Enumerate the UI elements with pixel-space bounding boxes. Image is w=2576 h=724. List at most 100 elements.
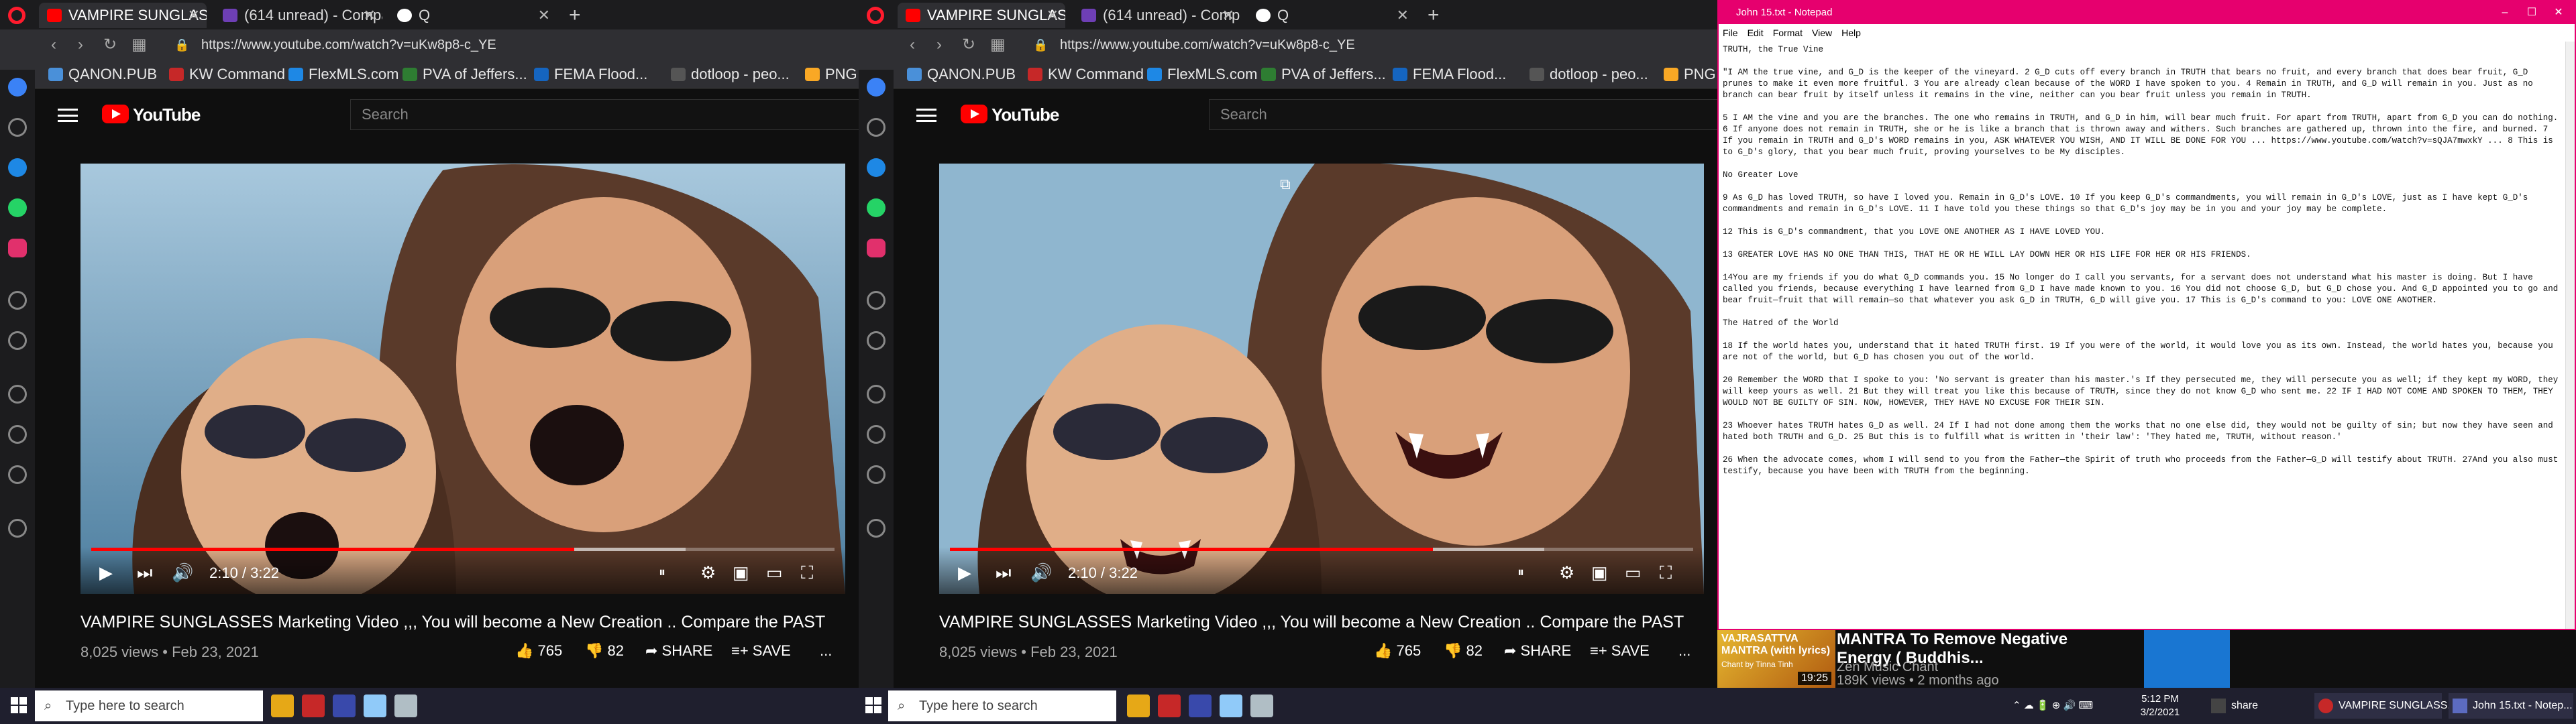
play-icon[interactable]: ▶ — [99, 559, 113, 586]
dislike-button[interactable]: 👎 82 — [1444, 642, 1483, 660]
bookmark-fema[interactable]: FEMA Flood... — [1393, 60, 1506, 88]
miniplayer-icon[interactable]: ▣ — [733, 559, 749, 586]
bookmark-pva[interactable]: PVA of Jeffers... — [1261, 60, 1386, 88]
settings-gear-icon[interactable]: ⚙ — [700, 559, 716, 586]
bookmark-png[interactable]: PNG — [805, 60, 857, 88]
taskbar-opera-window[interactable]: VAMPIRE SUNGLASS... — [2314, 693, 2457, 719]
close-tab-icon[interactable]: ✕ — [364, 3, 376, 28]
settings-icon[interactable] — [867, 465, 885, 484]
youtube-logo-icon[interactable] — [961, 105, 987, 123]
new-tab-icon[interactable]: + — [1428, 3, 1440, 28]
app-icon[interactable] — [364, 695, 386, 717]
app-icon[interactable] — [1220, 695, 1242, 717]
tab-q[interactable]: Q ✕ — [1248, 3, 1415, 28]
dislike-button[interactable]: 👎 82 — [585, 642, 624, 660]
notepad-text-area[interactable]: TRUTH, the True Vine "I AM the true vine… — [1719, 42, 2565, 629]
volume-icon[interactable]: 🔊 — [172, 559, 193, 586]
youtube-logo-icon[interactable] — [102, 105, 129, 123]
windows-start-icon[interactable] — [11, 697, 27, 713]
bookmark-pva[interactable]: PVA of Jeffers... — [402, 60, 527, 88]
app-icon[interactable] — [1189, 695, 1212, 717]
youtube-logo-text[interactable]: YouTube — [133, 105, 201, 125]
url-field[interactable]: https://www.youtube.com/watch?v=uKw8p8-c… — [1060, 35, 1355, 55]
more-button[interactable]: ... — [1678, 642, 1690, 660]
taskbar-search-input[interactable]: ⌕ Type here to search — [888, 690, 1116, 721]
bookmark-kw-command[interactable]: KW Command — [169, 60, 285, 88]
taskbar-search-input[interactable]: ⌕ Type here to search — [35, 690, 263, 721]
bookmark-kw-command[interactable]: KW Command — [1028, 60, 1144, 88]
tab-youtube[interactable]: VAMPIRE SUNGLASSES ✕ — [898, 3, 1065, 28]
overlay-icon[interactable]: ⧉ — [1280, 176, 1291, 193]
windows-start-icon[interactable] — [865, 697, 881, 713]
next-icon[interactable]: ⏭ — [996, 559, 1011, 586]
close-tab-icon[interactable]: ✕ — [1046, 3, 1059, 28]
history-icon[interactable] — [8, 425, 27, 444]
pin-icon[interactable] — [8, 519, 27, 538]
send-icon[interactable] — [867, 331, 885, 350]
tab-mail[interactable]: (614 unread) - Comp ✕ — [1073, 3, 1241, 28]
forward-icon[interactable]: › — [936, 35, 942, 55]
home-icon[interactable] — [867, 78, 885, 97]
star-icon[interactable] — [867, 118, 885, 137]
close-tab-icon[interactable]: ✕ — [1397, 3, 1409, 28]
menu-icon[interactable] — [916, 109, 936, 122]
bookmark-dotloop[interactable]: dotloop - peo... — [671, 60, 790, 88]
app-icon[interactable] — [1250, 695, 1273, 717]
new-tab-icon[interactable]: + — [569, 3, 581, 28]
star-icon[interactable] — [8, 118, 27, 137]
close-icon[interactable]: ✕ — [2545, 1, 2572, 24]
volume-icon[interactable]: 🔊 — [1030, 559, 1052, 586]
taskbar-notepad-window[interactable]: John 15.txt - Notep... — [2449, 693, 2573, 719]
heart-icon[interactable] — [867, 385, 885, 404]
system-tray-icons[interactable]: ⌃ ☁ 🔋 ⊕ 🔊 ⌨ — [1986, 688, 2120, 724]
app-icon[interactable] — [394, 695, 417, 717]
tab-grid-icon[interactable]: ▦ — [990, 35, 1006, 55]
opera-logo-icon[interactable] — [867, 7, 884, 24]
pin-icon[interactable] — [867, 519, 885, 538]
progress-bar[interactable] — [91, 548, 835, 551]
video-player[interactable]: ▶ ⏭ 🔊 2:10 / 3:22 ⏸ ⚙ ▣ ▭ ⛶ — [80, 164, 845, 594]
tab-youtube[interactable]: VAMPIRE SUNGLASSES ✕ — [39, 3, 207, 28]
opera-logo-icon[interactable] — [8, 7, 25, 24]
share-button[interactable]: ➦ SHARE — [645, 642, 712, 660]
menu-format[interactable]: Format — [1773, 27, 1803, 38]
taskbar-share[interactable]: share — [2207, 693, 2301, 719]
menu-view[interactable]: View — [1812, 27, 1832, 38]
autoplay-toggle[interactable]: ⏸ — [1517, 559, 1524, 586]
like-button[interactable]: 👍 765 — [515, 642, 562, 660]
tab-q[interactable]: Q ✕ — [389, 3, 557, 28]
tab-mail[interactable]: (614 unread) - Compa ✕ — [215, 3, 382, 28]
messenger-icon[interactable] — [867, 158, 885, 177]
next-icon[interactable]: ⏭ — [137, 559, 152, 586]
back-icon[interactable]: ‹ — [910, 35, 915, 55]
bookmark-flexmls[interactable]: FlexMLS.com — [1147, 60, 1257, 88]
bookmark-png[interactable]: PNG — [1664, 60, 1716, 88]
opera-app-icon[interactable] — [302, 695, 325, 717]
messenger-icon[interactable] — [8, 158, 27, 177]
fullscreen-icon[interactable]: ⛶ — [801, 559, 813, 586]
instagram-icon[interactable] — [867, 239, 885, 257]
url-field[interactable]: https://www.youtube.com/watch?v=uKw8p8-c… — [201, 35, 496, 55]
vertical-scrollbar[interactable] — [2565, 42, 2575, 629]
opera-app-icon[interactable] — [1158, 695, 1181, 717]
reload-icon[interactable]: ↻ — [962, 35, 975, 55]
bookmark-qanon[interactable]: QANON.PUB — [907, 60, 1016, 88]
player-icon[interactable] — [867, 291, 885, 310]
share-button[interactable]: ➦ SHARE — [1504, 642, 1571, 660]
home-icon[interactable] — [8, 78, 27, 97]
history-icon[interactable] — [867, 425, 885, 444]
close-tab-icon[interactable]: ✕ — [538, 3, 550, 28]
save-button[interactable]: ≡+ SAVE — [731, 642, 791, 660]
bookmark-qanon[interactable]: QANON.PUB — [48, 60, 157, 88]
fullscreen-icon[interactable]: ⛶ — [1660, 559, 1672, 586]
menu-help[interactable]: Help — [1841, 27, 1861, 38]
close-tab-icon[interactable]: ✕ — [1222, 3, 1234, 28]
settings-gear-icon[interactable]: ⚙ — [1559, 559, 1574, 586]
send-icon[interactable] — [8, 331, 27, 350]
save-button[interactable]: ≡+ SAVE — [1590, 642, 1650, 660]
miniplayer-icon[interactable]: ▣ — [1591, 559, 1608, 586]
bookmark-fema[interactable]: FEMA Flood... — [534, 60, 647, 88]
back-icon[interactable]: ‹ — [51, 35, 56, 55]
recommended-thumbnail[interactable]: VAJRASATTVA MANTRA (with lyrics) Chant b… — [1717, 630, 1835, 688]
minimize-icon[interactable]: – — [2491, 1, 2518, 24]
